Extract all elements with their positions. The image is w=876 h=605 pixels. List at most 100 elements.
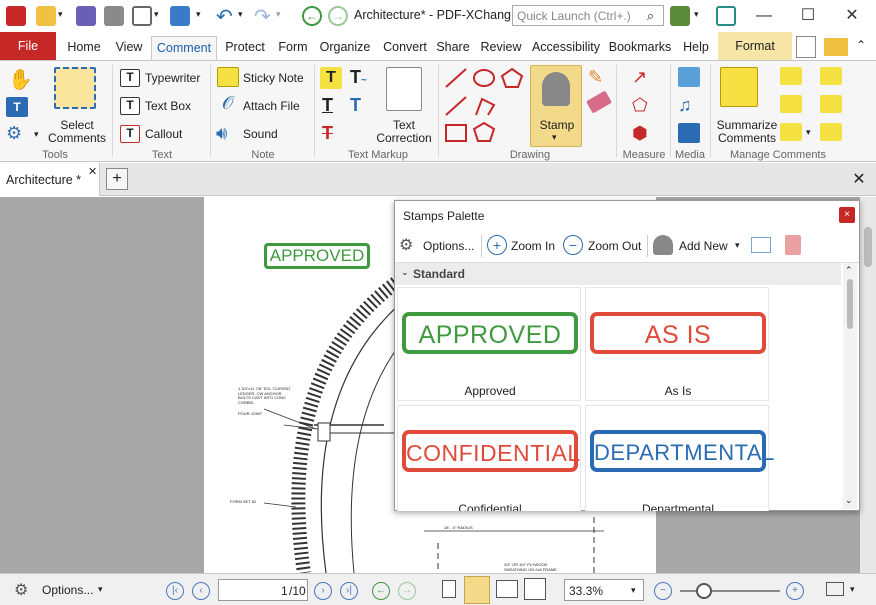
pencil-icon[interactable]: ✎ [588, 67, 603, 88]
tab-form[interactable]: Form [274, 36, 312, 60]
customize-icon[interactable] [670, 6, 690, 26]
oval-tool-icon[interactable] [473, 69, 495, 87]
text-box-icon[interactable]: T [120, 97, 140, 115]
save-icon[interactable] [76, 6, 96, 26]
workspace-scrollbar[interactable] [860, 197, 876, 573]
collapse-section-icon[interactable]: ⌄ [401, 267, 409, 278]
continuous-page-icon[interactable] [464, 576, 490, 604]
chevron-down-icon[interactable]: ▾ [34, 129, 39, 140]
tab-home[interactable]: Home [62, 36, 106, 60]
add-new-button[interactable]: Add New [679, 239, 728, 253]
sound-label[interactable]: Sound [243, 127, 278, 141]
chevron-down-icon[interactable]: ▾ [276, 9, 281, 20]
add-stamp-icon[interactable] [653, 235, 673, 255]
status-options-button[interactable]: Options... [42, 583, 93, 597]
scroll-up-icon[interactable]: ⌃ [845, 265, 853, 276]
text-box-label[interactable]: Text Box [145, 99, 191, 113]
text-correction-icon[interactable] [386, 67, 422, 111]
text-correction-label[interactable]: Text Correction [374, 119, 434, 145]
chevron-down-icon[interactable]: ▾ [806, 127, 811, 138]
gear-icon[interactable]: ⚙ [14, 580, 28, 600]
tab-share[interactable]: Share [434, 36, 472, 60]
back-icon[interactable]: ← [302, 6, 322, 26]
maximize-button[interactable]: ☐ [786, 0, 830, 32]
palette-close-button[interactable]: × [839, 207, 855, 223]
chevron-down-icon[interactable]: ▾ [735, 240, 740, 251]
scroll-down-icon[interactable]: ⌄ [845, 495, 853, 506]
summarize-comments-label[interactable]: Summarize Comments [712, 119, 782, 145]
search-icon[interactable]: ⌕ [647, 8, 654, 24]
flatten-comments-icon[interactable] [820, 67, 842, 85]
email-icon[interactable] [132, 6, 152, 26]
quick-launch-search[interactable]: Quick Launch (Ctrl+.) ⌕ [512, 5, 664, 26]
distance-icon[interactable]: ↗ [632, 67, 647, 88]
callout-label[interactable]: Callout [145, 127, 182, 141]
tab-format[interactable]: Format [718, 32, 792, 60]
audio-icon[interactable]: ♫ [678, 95, 692, 116]
select-comments-label[interactable]: Select Comments [44, 119, 110, 145]
palette-header[interactable]: Stamps Palette × [395, 201, 859, 229]
select-text-icon[interactable]: T [6, 97, 28, 117]
select-comments-icon[interactable] [54, 67, 96, 109]
delete-comments-icon[interactable] [820, 123, 842, 141]
stamp-departmental[interactable]: DEPARTMENTAL Departmental [585, 405, 774, 511]
sound-icon[interactable]: 🔊︎ [216, 123, 227, 144]
sticky-note-icon[interactable] [217, 67, 239, 87]
continuous-facing-icon[interactable] [524, 578, 546, 600]
chevron-down-icon[interactable]: ▾ [58, 9, 63, 20]
open-folder-icon[interactable] [36, 6, 56, 26]
cloud-tool-icon[interactable] [472, 121, 496, 142]
page-number-input[interactable]: 1 /10 [218, 579, 308, 601]
last-page-button[interactable]: ›| [340, 582, 358, 600]
attach-file-label[interactable]: Attach File [243, 99, 300, 113]
zoom-out-icon[interactable]: − [563, 235, 583, 255]
delete-stamp-icon[interactable] [785, 235, 801, 255]
replace-text-icon[interactable]: T [350, 95, 361, 116]
typewriter-label[interactable]: Typewriter [145, 71, 200, 85]
chevron-down-icon[interactable]: ▾ [694, 9, 699, 20]
tab-comment[interactable]: Comment [151, 36, 217, 60]
rectangle-tool-icon[interactable] [445, 124, 467, 142]
polygon-tool-icon[interactable] [500, 67, 524, 88]
zoom-in-status-button[interactable]: + [786, 582, 804, 600]
single-page-icon[interactable] [442, 580, 456, 598]
chevron-down-icon[interactable]: ▾ [238, 9, 243, 20]
import-comments-icon[interactable] [780, 67, 802, 85]
hand-tool-icon[interactable]: ✋ [8, 67, 33, 92]
tab-review[interactable]: Review [476, 36, 526, 60]
stamp-as-is[interactable]: AS IS As Is [585, 287, 769, 401]
tab-protect[interactable]: Protect [220, 36, 270, 60]
next-page-button[interactable]: › [314, 582, 332, 600]
zoom-in-icon[interactable]: + [487, 235, 507, 255]
forward-view-button[interactable]: → [398, 582, 416, 600]
scrollbar-thumb[interactable] [864, 227, 872, 267]
new-tab-button[interactable]: + [106, 168, 128, 190]
stamp-button[interactable]: Stamp ▾ [530, 65, 582, 147]
document-tab[interactable]: Architecture * ✕ [0, 163, 100, 196]
squiggly-icon[interactable]: T~ [350, 67, 367, 88]
video-icon[interactable] [678, 67, 700, 87]
summarize-comments-icon[interactable] [720, 67, 758, 107]
collapse-ribbon-icon[interactable]: ⌃ [856, 38, 866, 52]
zoom-tool-icon[interactable]: ⚙ [6, 123, 22, 144]
tab-file[interactable]: File [0, 32, 56, 60]
sticky-note-label[interactable]: Sticky Note [243, 71, 304, 85]
print-icon[interactable] [104, 6, 124, 26]
first-page-button[interactable]: |‹ [166, 582, 184, 600]
previous-page-button[interactable]: ‹ [192, 582, 210, 600]
export-comments-icon[interactable] [780, 95, 802, 113]
close-button[interactable]: ✕ [830, 0, 874, 32]
facing-pages-icon[interactable] [496, 580, 518, 598]
chevron-down-icon[interactable]: ▾ [98, 584, 103, 595]
scrollbar-thumb[interactable] [847, 279, 853, 329]
document-search-icon[interactable] [796, 36, 816, 58]
arrow-tool-icon[interactable] [445, 96, 467, 116]
redo-icon[interactable]: ↷ [254, 4, 271, 29]
folder-icon[interactable] [824, 38, 848, 56]
typewriter-icon[interactable]: T [120, 69, 140, 87]
highlight-icon[interactable]: T [320, 67, 342, 89]
stamp-confidential[interactable]: CONFIDENTIAL Confidential [397, 405, 581, 511]
zoom-slider-thumb[interactable] [696, 583, 712, 599]
tab-view[interactable]: View [110, 36, 148, 60]
minimize-button[interactable]: — [742, 0, 786, 32]
